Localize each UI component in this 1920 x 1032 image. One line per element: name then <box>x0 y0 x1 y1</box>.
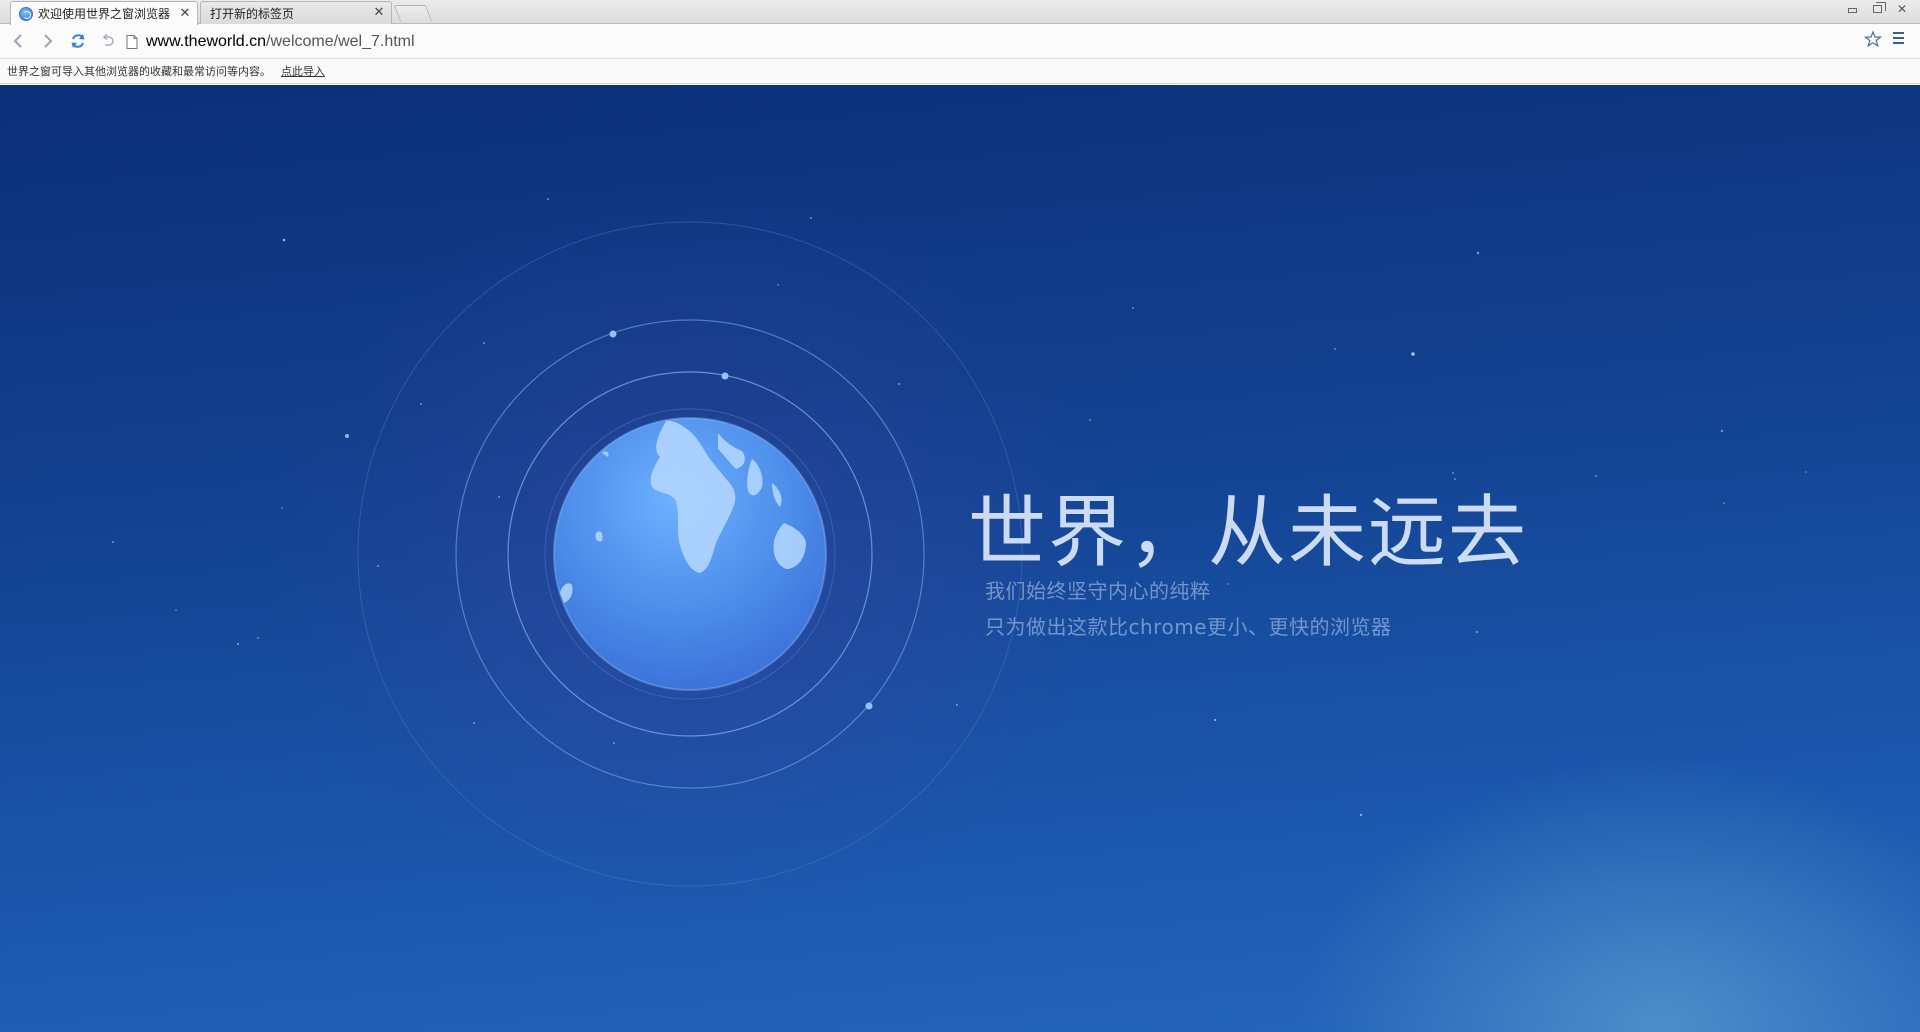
page-icon <box>126 34 138 49</box>
welcome-page: 世界，从未远去 我们始终坚守内心的纯粹 只为做出这款比chrome更小、更快的浏… <box>0 85 1920 1032</box>
back-button[interactable] <box>4 27 32 55</box>
infobar-message: 世界之窗可导入其他浏览器的收藏和最常访问等内容。 <box>7 65 271 78</box>
arrow-left-icon <box>13 34 22 48</box>
url-text[interactable]: www.theworld.cn/welcome/wel_7.html <box>146 33 415 51</box>
menu-button[interactable] <box>1892 30 1914 52</box>
close-icon: ✕ <box>1896 1 1908 16</box>
close-icon[interactable]: ✕ <box>372 6 386 20</box>
new-tab-button[interactable] <box>393 5 433 22</box>
arrow-right-icon <box>44 34 53 48</box>
subline-1: 我们始终坚守内心的纯粹 <box>985 579 1211 603</box>
close-icon[interactable]: ✕ <box>178 6 192 21</box>
star-icon <box>1863 30 1883 48</box>
close-window-button[interactable]: ✕ <box>1890 0 1914 17</box>
reload-button[interactable] <box>64 27 92 55</box>
bookmark-button[interactable] <box>1863 30 1886 52</box>
forward-button[interactable] <box>34 27 62 55</box>
url-host: www.theworld.cn <box>146 32 267 50</box>
address-bar[interactable]: www.theworld.cn/welcome/wel_7.html <box>126 28 1852 55</box>
orbit-dot <box>721 372 729 380</box>
undo-icon <box>102 33 114 46</box>
tab-title: 打开新的标签页 <box>210 6 295 21</box>
toolbar: www.theworld.cn/welcome/wel_7.html <box>0 24 1920 59</box>
tab-title: 欢迎使用世界之窗浏览器 <box>38 7 171 21</box>
subline-2: 只为做出这款比chrome更小、更快的浏览器 <box>985 615 1392 639</box>
window-controls: ✕ <box>1839 0 1914 18</box>
orbit-dot <box>865 702 873 710</box>
theworld-logo-icon <box>19 6 33 21</box>
tab-new-tab[interactable]: 打开新的标签页 ✕ <box>200 1 392 24</box>
minimize-button[interactable] <box>1840 0 1864 17</box>
undo-button[interactable] <box>94 27 122 55</box>
globe-illustration <box>357 221 1023 887</box>
headline: 世界，从未远去 <box>968 488 1529 578</box>
import-infobar: 世界之窗可导入其他浏览器的收藏和最常访问等内容。 点此导入 <box>0 59 1920 84</box>
reload-icon <box>71 34 85 48</box>
restore-button[interactable] <box>1865 0 1889 17</box>
minimize-icon <box>1847 8 1857 13</box>
tab-strip: 欢迎使用世界之窗浏览器 ✕ 打开新的标签页 ✕ ✕ <box>0 0 1920 25</box>
menu-icon <box>1893 32 1904 44</box>
restore-icon <box>1872 1 1886 13</box>
import-link[interactable]: 点此导入 <box>281 63 325 79</box>
tab-welcome[interactable]: 欢迎使用世界之窗浏览器 ✕ <box>10 1 198 25</box>
url-path: /welcome/wel_7.html <box>266 32 415 50</box>
orbit-dot <box>609 330 617 338</box>
